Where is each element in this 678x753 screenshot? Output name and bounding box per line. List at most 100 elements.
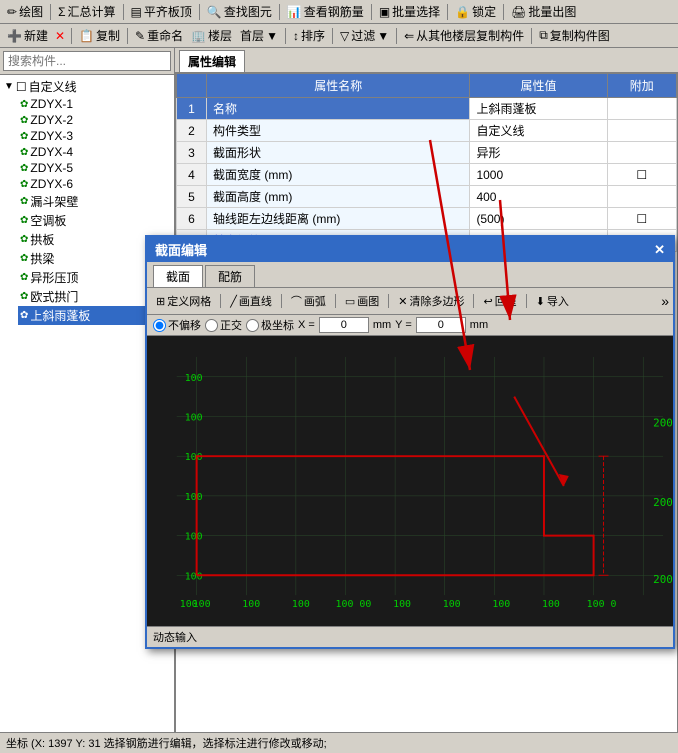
cell-extra[interactable]: ☐: [607, 164, 677, 186]
cell-num: 4: [177, 164, 207, 186]
svg-text:100: 100: [185, 452, 203, 463]
btn-import[interactable]: ⬇ 导入: [531, 291, 574, 311]
table-row: 2 构件类型 自定义线: [177, 120, 677, 142]
dialog-tab-section[interactable]: 截面: [153, 265, 203, 287]
cell-value[interactable]: 1000: [470, 164, 607, 186]
main-status-bar: 坐标 (X: 1397 Y: 31 选择钢筋进行编辑，选择标注进行修改或移动;: [0, 732, 678, 753]
root-checkbox: ☐: [16, 80, 27, 94]
toolbar-base-floor[interactable]: 首层 ▼: [237, 26, 281, 45]
toolbar-copy-parts[interactable]: ⧉ 复制构件图: [536, 26, 613, 45]
btn-clear-poly[interactable]: ✕ 清除多边形: [393, 291, 469, 311]
toolbar-flatten[interactable]: ▤ 平齐板顶: [128, 2, 195, 21]
cad-canvas[interactable]: 100 100 100 100 100 100 100 100 100 100 …: [147, 336, 673, 626]
copy-from-icon: ⇐: [404, 29, 414, 43]
btn-draw-rect[interactable]: ▭ 画图: [340, 291, 384, 311]
svg-text:100: 100: [185, 492, 203, 503]
line-icon: ╱: [230, 295, 237, 308]
sep9: [127, 28, 128, 44]
cell-value[interactable]: 上斜雨蓬板: [470, 98, 607, 120]
radio-no-offset[interactable]: 不偏移: [153, 317, 201, 333]
leaf-icon: ✿: [20, 179, 28, 190]
property-table: 属性名称 属性值 附加 1: [176, 73, 677, 252]
toolbar-row2: ➕ 新建 ✕ 📋 复制 ✎ 重命名 🏢 楼层 首层 ▼ ↕ 排序 ▽ 过滤 ▼ …: [0, 24, 678, 48]
col-name-header: 属性名称: [207, 74, 470, 98]
leaf-icon: ✿: [20, 163, 28, 174]
find-icon: 🔍: [207, 5, 222, 19]
cell-extra[interactable]: ☐: [607, 208, 677, 230]
toolbar-floor[interactable]: 🏢 楼层: [188, 26, 235, 45]
toolbar-new[interactable]: ➕ 新建: [4, 26, 51, 45]
leaf-icon: ✿: [20, 215, 28, 226]
y-input[interactable]: [416, 317, 466, 333]
svg-text:200: 200: [653, 496, 673, 509]
expand-btn[interactable]: »: [661, 293, 669, 309]
expand-icon[interactable]: ▼: [4, 81, 14, 92]
svg-text:100: 100: [292, 599, 310, 610]
sep3: [199, 4, 200, 20]
tree-item-zdyx1[interactable]: ✿ ZDYX-1: [18, 96, 172, 112]
col-value-header: 属性值: [470, 74, 607, 98]
tree-root[interactable]: ▼ ☐ 自定义线: [2, 77, 172, 96]
cell-value[interactable]: 自定义线: [470, 120, 607, 142]
cell-name: 截面高度 (mm): [207, 186, 470, 208]
radio-polar[interactable]: 极坐标: [246, 317, 294, 333]
tree-item-zdyx5[interactable]: ✿ ZDYX-5: [18, 160, 172, 176]
dlg-sep1: [220, 294, 221, 308]
btn-undo[interactable]: ↩ 回退: [478, 291, 521, 311]
toolbar-copy[interactable]: 📋 复制: [76, 26, 123, 45]
sep2: [123, 4, 124, 20]
arc-icon: ⌒: [291, 293, 302, 309]
cell-num: 6: [177, 208, 207, 230]
tab-attr-edit[interactable]: 属性编辑: [179, 50, 245, 72]
radio-orthogonal[interactable]: 正交: [205, 317, 242, 333]
tree-item-zdyx4[interactable]: ✿ ZDYX-4: [18, 144, 172, 160]
table-row: 6 轴线距左边线距离 (mm) (500) ☐: [177, 208, 677, 230]
cell-name: 名称: [207, 98, 470, 120]
toolbar-copy-from[interactable]: ⇐ 从其他楼层复制构件: [401, 26, 527, 45]
toolbar-batch-print[interactable]: 🖨 批量出图: [508, 2, 579, 21]
tree-item-zdyx6[interactable]: ✿ ZDYX-6: [18, 176, 172, 192]
btn-define-grid[interactable]: ⊞ 定义网格: [151, 291, 216, 311]
toolbar-sort[interactable]: ↕ 排序: [290, 26, 328, 45]
cell-extra: [607, 98, 677, 120]
rect-icon: ▭: [345, 295, 355, 308]
dialog-tab-rebar[interactable]: 配筋: [205, 265, 255, 287]
toolbar-check-rebar[interactable]: 📊 查看钢筋量: [284, 2, 367, 21]
toolbar-delete[interactable]: ✕: [53, 29, 67, 43]
flatten-icon: ▤: [131, 5, 142, 19]
grid-icon: ⊞: [156, 295, 165, 308]
x-label: X =: [298, 319, 315, 331]
toolbar-draw[interactable]: ✏ 绘图: [4, 2, 46, 21]
toolbar-rename[interactable]: ✎ 重命名: [132, 26, 186, 45]
btn-draw-line[interactable]: ╱ 画直线: [225, 291, 277, 311]
x-input[interactable]: [319, 317, 369, 333]
toolbar-filter[interactable]: ▽ 过滤 ▼: [337, 26, 392, 45]
toolbar-find[interactable]: 🔍 查找图元: [204, 2, 275, 21]
lock-icon: 🔒: [455, 5, 470, 19]
new-icon: ➕: [7, 29, 22, 43]
dialog-close-button[interactable]: ✕: [654, 242, 665, 258]
tree-item-kongtiao[interactable]: ✿ 空调板: [18, 211, 172, 230]
toolbar-sum[interactable]: Σ 汇总计算: [55, 2, 118, 21]
cell-extra: [607, 142, 677, 164]
toolbar-batch-select[interactable]: ▣ 批量选择: [376, 2, 443, 21]
table-row: 5 截面高度 (mm) 400: [177, 186, 677, 208]
svg-text:100: 100: [185, 373, 203, 384]
cell-value[interactable]: 400: [470, 186, 607, 208]
cell-num: 3: [177, 142, 207, 164]
rename-icon: ✎: [135, 29, 145, 43]
cell-value[interactable]: 异形: [470, 142, 607, 164]
leaf-icon: ✿: [20, 196, 28, 207]
tree-item-zdyx3[interactable]: ✿ ZDYX-3: [18, 128, 172, 144]
copy-parts-icon: ⧉: [539, 28, 548, 43]
cell-num: 1: [177, 98, 207, 120]
search-input[interactable]: [3, 51, 171, 71]
col-extra-header: 附加: [607, 74, 677, 98]
btn-draw-arc[interactable]: ⌒ 画弧: [286, 291, 331, 311]
cell-value[interactable]: (500): [470, 208, 607, 230]
filter-dropdown-icon: ▼: [377, 29, 389, 43]
dlg-sep5: [473, 294, 474, 308]
toolbar-lock[interactable]: 🔒 锁定: [452, 2, 499, 21]
tree-item-zdyx2[interactable]: ✿ ZDYX-2: [18, 112, 172, 128]
tree-item-loudou[interactable]: ✿ 漏斗架壁: [18, 192, 172, 211]
